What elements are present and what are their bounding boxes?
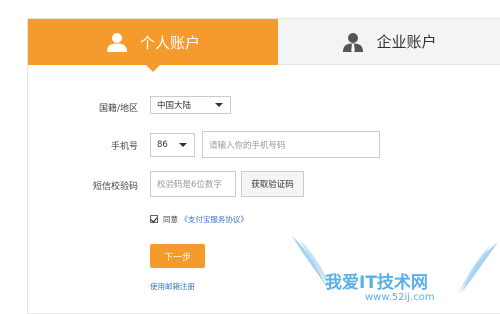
tab-business-account[interactable]: 企业账户 xyxy=(278,19,500,65)
agreement-text: 同意 《支付宝服务协议》 xyxy=(163,214,248,225)
next-button[interactable]: 下一步 xyxy=(150,244,205,268)
nationality-select[interactable]: 中国大陆 xyxy=(150,96,231,114)
sms-code-label: 短信校验码 xyxy=(92,182,138,192)
phone-label: 手机号 xyxy=(110,142,138,152)
active-tab-indicator xyxy=(146,65,160,72)
agree-checkbox[interactable] xyxy=(150,215,158,223)
sms-code-placeholder: 校验码是6位数字 xyxy=(157,180,222,190)
nationality-value: 中国大陆 xyxy=(157,101,192,111)
tab-business-label: 企业账户 xyxy=(376,33,437,51)
sms-code-input[interactable]: 校验码是6位数字 xyxy=(150,171,236,197)
business-user-icon xyxy=(343,32,364,52)
watermark-text: 我爱IT技术网 xyxy=(325,273,428,293)
get-code-button[interactable]: 获取验证码 xyxy=(241,171,304,197)
phone-input[interactable]: 请输入你的手机号码 xyxy=(202,131,380,158)
service-agreement-link[interactable]: 《支付宝服务协议》 xyxy=(180,215,248,224)
chevron-down-icon xyxy=(215,103,223,107)
user-icon xyxy=(106,33,127,52)
tab-personal-label: 个人账户 xyxy=(139,33,200,52)
country-code-select[interactable]: 86 xyxy=(150,133,195,157)
tab-personal-account[interactable]: 个人账户 xyxy=(28,19,278,65)
chevron-down-icon xyxy=(179,143,187,147)
email-register-link[interactable]: 使用邮箱注册 xyxy=(150,281,195,292)
nationality-label: 国籍/地区 xyxy=(98,104,138,114)
phone-placeholder: 请输入你的手机号码 xyxy=(209,140,286,151)
agree-label: 同意 xyxy=(163,215,178,224)
country-code-value: 86 xyxy=(157,140,168,150)
site-watermark: 我爱IT技术网 www.52ij.com xyxy=(290,232,500,314)
account-type-tabs: 个人账户 企业账户 xyxy=(28,19,500,72)
watermark-url: www.52ij.com xyxy=(365,292,435,303)
